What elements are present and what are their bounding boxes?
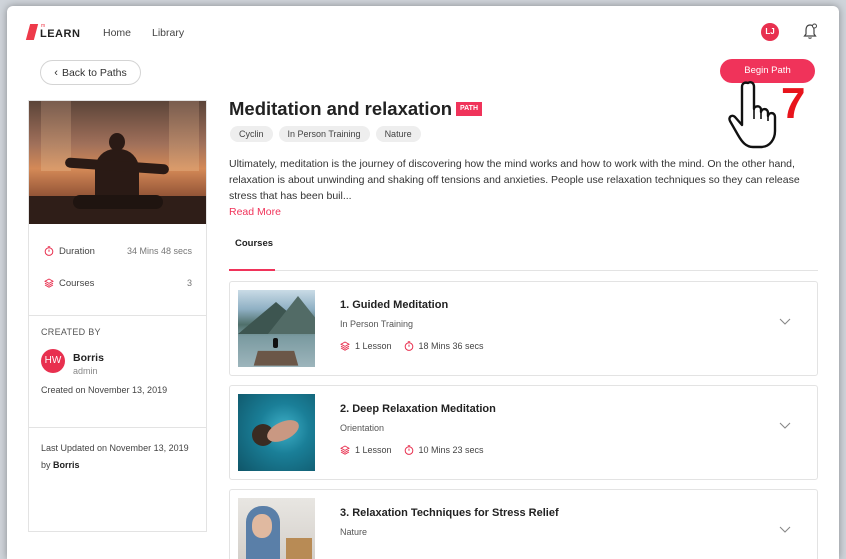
- tag[interactable]: Nature: [375, 126, 421, 142]
- updated-by-name: Borris: [53, 460, 80, 470]
- path-title: Meditation and relaxation: [229, 98, 453, 119]
- tab-active-indicator: [229, 269, 275, 271]
- course-duration: 18 Mins 36 secs: [418, 341, 484, 351]
- course-meta: 1 Lesson 10 Mins 23 secs: [340, 445, 484, 455]
- course-duration: 10 Mins 23 secs: [418, 445, 484, 455]
- layers-icon: [44, 278, 54, 288]
- path-badge: PATH: [456, 102, 483, 116]
- chevron-down-icon[interactable]: [779, 318, 791, 326]
- annotation-step-number: 7: [781, 79, 806, 128]
- bell-icon[interactable]: [803, 23, 817, 40]
- timer-icon: [404, 445, 413, 455]
- course-category: Orientation: [340, 423, 385, 433]
- chevron-down-icon[interactable]: [779, 422, 791, 430]
- author-name: Borris: [73, 352, 104, 364]
- timer-icon: [44, 246, 54, 256]
- logo-text: LEARN: [40, 28, 81, 40]
- app-window: m LEARN Home Library LJ ‹ Back to Paths …: [7, 6, 839, 559]
- course-card[interactable]: 3. Relaxation Techniques for Stress Reli…: [229, 489, 818, 559]
- courses-label: Courses: [59, 278, 95, 289]
- divider: [29, 427, 206, 428]
- nav-home[interactable]: Home: [103, 27, 131, 39]
- author-avatar: HW: [41, 349, 65, 373]
- duration-label: Duration: [59, 246, 95, 257]
- course-title[interactable]: 1. Guided Meditation: [340, 299, 448, 311]
- read-more-link[interactable]: Read More: [229, 206, 281, 218]
- tag-list: Cyclin In Person Training Nature: [230, 126, 421, 142]
- chevron-left-icon: ‹: [54, 66, 58, 79]
- tag[interactable]: In Person Training: [278, 126, 370, 142]
- course-lessons: 1 Lesson: [355, 445, 392, 455]
- top-nav: m LEARN Home Library LJ: [7, 6, 839, 56]
- course-thumbnail: [238, 498, 315, 559]
- updated-on-date: Last Updated on November 13, 2019: [41, 443, 189, 453]
- course-category: In Person Training: [340, 319, 414, 329]
- user-avatar[interactable]: LJ: [761, 23, 779, 41]
- tag[interactable]: Cyclin: [230, 126, 273, 142]
- course-category: Nature: [340, 527, 368, 537]
- divider: [29, 315, 206, 316]
- layers-icon: [340, 341, 350, 351]
- logo-icon: [25, 24, 39, 40]
- logo[interactable]: m LEARN: [24, 23, 80, 43]
- duration-value: 34 Mins 48 secs: [126, 246, 192, 256]
- path-description: Ultimately, meditation is the journey of…: [229, 158, 800, 202]
- duration-row: Duration 34 Mins 48 secs: [29, 237, 206, 267]
- tab-divider: [229, 270, 818, 271]
- course-title[interactable]: 3. Relaxation Techniques for Stress Reli…: [340, 507, 559, 519]
- courses-count: 3: [186, 278, 192, 288]
- back-to-paths-button[interactable]: ‹ Back to Paths: [40, 60, 141, 85]
- course-meta: 1 Lesson 18 Mins 36 secs: [340, 341, 484, 351]
- course-title[interactable]: 2. Deep Relaxation Meditation: [340, 403, 496, 415]
- course-card[interactable]: 1. Guided Meditation In Person Training …: [229, 281, 818, 376]
- author-role: admin: [73, 366, 98, 376]
- course-card[interactable]: 2. Deep Relaxation Meditation Orientatio…: [229, 385, 818, 480]
- path-sidebar: Duration 34 Mins 48 secs Courses 3 CREAT…: [28, 100, 207, 532]
- timer-icon: [404, 341, 413, 351]
- course-thumbnail: [238, 290, 315, 367]
- created-by-heading: CREATED BY: [41, 327, 101, 337]
- pointer-hand-icon: [728, 81, 777, 149]
- back-label: Back to Paths: [61, 66, 127, 79]
- course-lessons: 1 Lesson: [355, 341, 392, 351]
- course-thumbnail: [238, 394, 315, 471]
- path-hero-image: [29, 101, 206, 224]
- updated-by: by Borris: [41, 460, 80, 470]
- chevron-down-icon[interactable]: [779, 526, 791, 534]
- created-on-date: Created on November 13, 2019: [41, 385, 168, 395]
- layers-icon: [340, 445, 350, 455]
- nav-library[interactable]: Library: [152, 27, 184, 39]
- courses-row: Courses 3: [29, 269, 206, 299]
- tab-courses[interactable]: Courses: [235, 238, 273, 249]
